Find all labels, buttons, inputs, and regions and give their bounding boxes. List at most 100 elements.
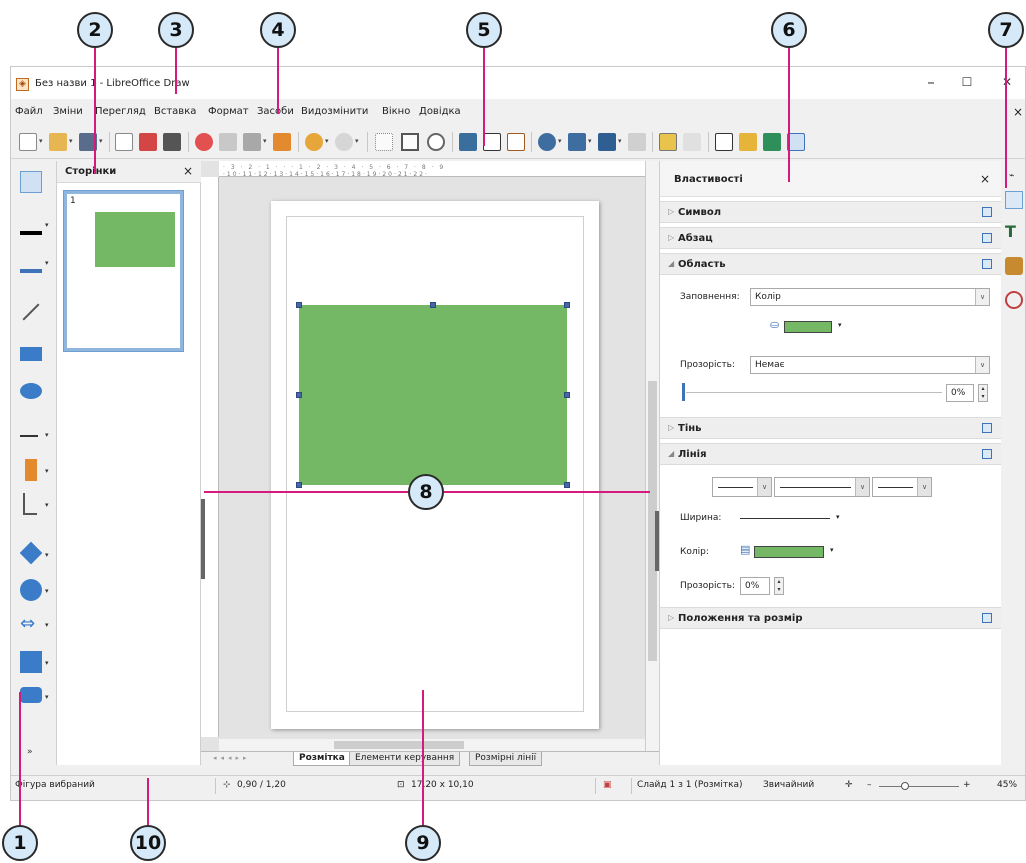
- distribute-icon[interactable]: [628, 133, 646, 151]
- basic-shapes-dropdown-icon[interactable]: ▾: [45, 551, 49, 559]
- selection-handle[interactable]: [296, 302, 302, 308]
- print-icon[interactable]: [163, 133, 181, 151]
- redo-dropdown-icon[interactable]: ▾: [355, 137, 359, 145]
- selection-handle[interactable]: [296, 482, 302, 488]
- fill-type-select[interactable]: Колір ∨: [750, 288, 990, 306]
- green-rectangle-shape[interactable]: [299, 305, 567, 485]
- menu-help[interactable]: Довідка: [419, 106, 461, 117]
- line-color-icon[interactable]: ▤: [740, 543, 750, 556]
- sidebar-menu-icon[interactable]: ⌁: [1009, 171, 1014, 181]
- arrange-icon[interactable]: [598, 133, 616, 151]
- paste-dropdown-icon[interactable]: ▾: [263, 137, 267, 145]
- fontwork-icon[interactable]: [507, 133, 525, 151]
- clone-formatting-icon[interactable]: [273, 133, 291, 151]
- selection-handle[interactable]: [430, 302, 436, 308]
- basic-shapes-icon[interactable]: [19, 541, 43, 565]
- section-character[interactable]: ▷ Символ: [660, 201, 1002, 223]
- crop-icon[interactable]: [683, 133, 701, 151]
- page-thumbnail[interactable]: 1: [63, 190, 184, 352]
- fill-color-icon[interactable]: [20, 251, 42, 273]
- cut-icon[interactable]: [195, 133, 213, 151]
- curve-dropdown-icon[interactable]: ▾: [45, 467, 49, 475]
- callouts-icon[interactable]: [20, 687, 42, 703]
- line-color-swatch[interactable]: [754, 546, 824, 558]
- export-icon[interactable]: [115, 133, 133, 151]
- more-options-icon[interactable]: [982, 233, 992, 243]
- line-start-arrow-select[interactable]: ∨: [712, 477, 772, 497]
- glue-points-icon[interactable]: [739, 133, 757, 151]
- fill-color-swatch[interactable]: [784, 321, 832, 333]
- paste-icon[interactable]: [243, 133, 261, 151]
- line-style-select[interactable]: ∨: [774, 477, 870, 497]
- vertical-ruler[interactable]: [201, 177, 219, 737]
- fill-color-dropdown-icon[interactable]: ▾: [45, 259, 49, 267]
- points-icon[interactable]: [715, 133, 733, 151]
- close-document-icon[interactable]: ×: [1013, 105, 1023, 119]
- tab-controls[interactable]: Елементи керування: [349, 752, 461, 766]
- more-options-icon[interactable]: [982, 613, 992, 623]
- menu-edit[interactable]: Зміни: [53, 106, 83, 117]
- maximize-button[interactable]: ☐: [949, 75, 985, 89]
- pages-pane-splitter[interactable]: [201, 499, 205, 579]
- symbol-shapes-dropdown-icon[interactable]: ▾: [45, 587, 49, 595]
- transformations-dropdown-icon[interactable]: ▾: [558, 137, 562, 145]
- line-color-dropdown-icon[interactable]: ▾: [830, 546, 834, 554]
- zoom-slider-knob[interactable]: [901, 782, 909, 790]
- sidebar-splitter[interactable]: [655, 511, 659, 571]
- undo-dropdown-icon[interactable]: ▾: [325, 137, 329, 145]
- select-icon[interactable]: [20, 171, 42, 193]
- zoom-level[interactable]: 45%: [997, 780, 1017, 790]
- ellipse-icon[interactable]: [20, 383, 42, 399]
- undo-icon[interactable]: [305, 133, 323, 151]
- document-modified-icon[interactable]: ▣: [603, 780, 612, 790]
- section-position-size[interactable]: ▷ Положення та розмір: [660, 607, 1002, 629]
- curve-icon[interactable]: [25, 459, 37, 481]
- menu-format[interactable]: Формат: [208, 106, 249, 117]
- styles-tab-icon[interactable]: T: [1005, 223, 1023, 241]
- flowchart-dropdown-icon[interactable]: ▾: [45, 659, 49, 667]
- new-dropdown-icon[interactable]: ▾: [39, 137, 43, 145]
- block-arrows-icon[interactable]: ⇔: [20, 613, 42, 635]
- line-tool-icon[interactable]: [20, 301, 42, 323]
- menu-view[interactable]: Перегляд: [95, 106, 146, 117]
- redo-icon[interactable]: [335, 133, 353, 151]
- vertical-scrollbar[interactable]: [645, 161, 659, 751]
- shadow-icon[interactable]: [659, 133, 677, 151]
- grid-icon[interactable]: [375, 133, 393, 151]
- horizontal-scrollbar[interactable]: [219, 739, 645, 751]
- flowchart-icon[interactable]: [20, 651, 42, 673]
- navigator-tab-icon[interactable]: [1005, 291, 1023, 309]
- arrange-dropdown-icon[interactable]: ▾: [618, 137, 622, 145]
- zoom-slider[interactable]: [879, 786, 959, 787]
- close-window-button[interactable]: ✕: [989, 75, 1025, 89]
- zoom-in-icon[interactable]: +: [963, 780, 971, 790]
- tab-dimension-lines[interactable]: Розмірні лінії: [469, 752, 543, 766]
- tab-navigation-icons[interactable]: ◂◂◂▸▸: [213, 754, 251, 762]
- horizontal-scrollbar-thumb[interactable]: [334, 741, 464, 749]
- new-icon[interactable]: [19, 133, 37, 151]
- toggle-extrusion-icon[interactable]: [763, 133, 781, 151]
- align-icon[interactable]: [568, 133, 586, 151]
- save-dropdown-icon[interactable]: ▾: [99, 137, 103, 145]
- line-transparency-spin-button[interactable]: ▴ ▾: [774, 577, 784, 595]
- menu-insert[interactable]: Вставка: [154, 106, 196, 117]
- properties-tab-icon[interactable]: [1005, 191, 1023, 209]
- export-pdf-icon[interactable]: [139, 133, 157, 151]
- line-transparency-field[interactable]: 0%: [740, 577, 770, 595]
- menu-modify[interactable]: Видозмінити: [301, 106, 368, 117]
- transformations-icon[interactable]: [538, 133, 556, 151]
- symbol-shapes-icon[interactable]: [20, 579, 42, 601]
- transparency-slider[interactable]: [686, 392, 942, 393]
- transparency-slider-knob[interactable]: [682, 383, 685, 401]
- section-line[interactable]: ◢ Лінія: [660, 443, 1002, 465]
- textbox-icon[interactable]: [483, 133, 501, 151]
- transparency-spin-button[interactable]: ▴ ▾: [978, 384, 988, 402]
- selection-handle[interactable]: [296, 392, 302, 398]
- selection-handle[interactable]: [564, 482, 570, 488]
- line-color-dropdown-icon[interactable]: ▾: [45, 221, 49, 229]
- minimize-button[interactable]: –: [913, 73, 949, 91]
- connector-dropdown-icon[interactable]: ▾: [45, 501, 49, 509]
- helplines-icon[interactable]: [401, 133, 419, 151]
- align-dropdown-icon[interactable]: ▾: [588, 137, 592, 145]
- horizontal-ruler[interactable]: · 3 · 2 · 1 · · · 1 · 2 · 3 · 4 · 5 · 6 …: [219, 161, 645, 178]
